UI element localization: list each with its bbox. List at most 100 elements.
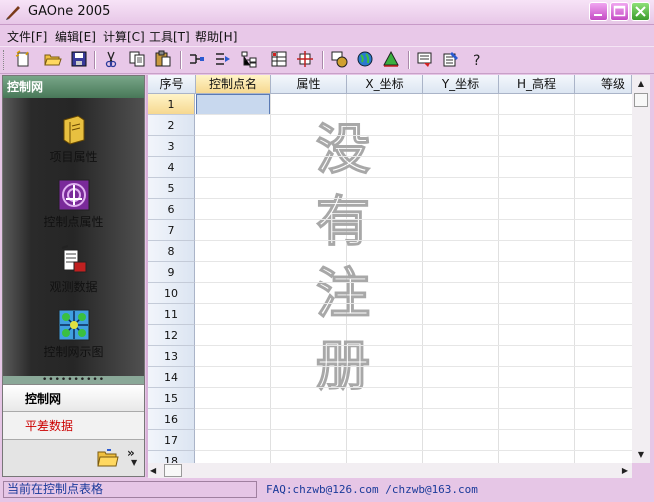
dropdown-arrow-icon[interactable]: ▼	[131, 458, 137, 467]
column-header-grade[interactable]: 等级	[575, 75, 632, 94]
sidebar-item-project-properties[interactable]: 项目属性	[3, 114, 144, 165]
grid-line	[195, 345, 632, 346]
report-icon[interactable]	[416, 50, 434, 68]
column-header-h[interactable]: H_高程	[499, 75, 575, 94]
toolbar: ?	[0, 46, 654, 74]
calc-icon[interactable]	[330, 50, 348, 68]
toolbar-separator	[322, 51, 324, 69]
sidebar-item-network-diagram[interactable]: 控制网示图	[3, 309, 144, 360]
scroll-left-arrow-icon[interactable]: ◀	[150, 463, 156, 478]
row-number[interactable]: 1	[148, 94, 195, 115]
toolbar-separator	[408, 51, 410, 69]
sidebar-splitter[interactable]: ••••••••••	[3, 376, 144, 385]
toolbar-separator	[94, 51, 96, 69]
grid-line	[195, 324, 632, 325]
selected-cell[interactable]	[196, 94, 270, 115]
row-number[interactable]: 8	[148, 241, 195, 262]
sidebar-item-observation-data[interactable]: 观测数据	[3, 244, 144, 295]
close-icon	[635, 6, 646, 17]
row-number[interactable]: 17	[148, 430, 195, 451]
grid-line	[195, 135, 632, 136]
folder-icon[interactable]	[97, 448, 119, 468]
delete-row-icon[interactable]	[214, 50, 232, 68]
network-diagram-icon	[58, 309, 89, 341]
grid-line	[195, 429, 632, 430]
row-number[interactable]: 6	[148, 199, 195, 220]
globe-icon[interactable]	[356, 50, 374, 68]
toolbar-separator	[180, 51, 182, 69]
minimize-icon	[594, 14, 602, 16]
row-number[interactable]: 15	[148, 388, 195, 409]
save-disk-icon[interactable]	[70, 50, 88, 68]
sidebar-item-label: 控制点属性	[43, 215, 104, 229]
row-number[interactable]: 10	[148, 283, 195, 304]
move-icon[interactable]	[296, 50, 314, 68]
scroll-right-arrow-icon[interactable]: ▶	[622, 463, 628, 478]
settings-icon[interactable]	[442, 50, 460, 68]
open-folder-icon[interactable]	[44, 50, 62, 68]
control-point-grid: 序号 控制点名 属性 X_坐标 Y_坐标 H_高程 等级 没 有 注 册 123…	[148, 75, 632, 463]
triangle-icon[interactable]	[382, 50, 400, 68]
row-number[interactable]: 16	[148, 409, 195, 430]
help-icon[interactable]: ?	[468, 50, 486, 68]
column-header-point-name[interactable]: 控制点名	[196, 75, 271, 94]
row-number[interactable]: 12	[148, 325, 195, 346]
cut-scissors-icon[interactable]	[102, 50, 120, 68]
tree-icon[interactable]	[240, 50, 258, 68]
scroll-down-arrow-icon[interactable]: ▼	[632, 446, 650, 463]
status-bar: 当前在控制点表格 FAQ:chzwb@126.com /chzwb@163.co…	[0, 480, 654, 502]
column-header-index[interactable]: 序号	[148, 75, 196, 94]
menu-edit[interactable]: 编辑[E]	[55, 28, 96, 45]
table-icon[interactable]	[270, 50, 288, 68]
observation-data-icon	[61, 245, 86, 273]
minimize-button[interactable]	[589, 2, 608, 21]
row-number[interactable]: 11	[148, 304, 195, 325]
toolbar-grip[interactable]	[3, 50, 7, 70]
copy-icon[interactable]	[128, 50, 146, 68]
row-number[interactable]: 18	[148, 451, 195, 463]
status-current-location: 当前在控制点表格	[3, 481, 257, 498]
row-number[interactable]: 2	[148, 115, 195, 136]
grid-line	[195, 387, 632, 388]
scroll-thumb[interactable]	[164, 464, 182, 477]
row-number[interactable]: 13	[148, 346, 195, 367]
menu-tools[interactable]: 工具[T]	[149, 28, 190, 45]
menu-help[interactable]: 帮助[H]	[195, 28, 237, 45]
grid-line	[195, 219, 632, 220]
grid-line	[195, 303, 632, 304]
maximize-button[interactable]	[610, 2, 629, 21]
row-number[interactable]: 14	[148, 367, 195, 388]
grid-line	[195, 114, 632, 115]
row-number[interactable]: 9	[148, 262, 195, 283]
grid-line	[195, 450, 632, 451]
scroll-thumb[interactable]	[634, 93, 648, 107]
horizontal-scrollbar[interactable]: ◀ ▶	[148, 463, 632, 478]
new-icon[interactable]	[14, 50, 32, 68]
row-number[interactable]: 3	[148, 136, 195, 157]
grid-line	[195, 177, 632, 178]
grid-line	[195, 156, 632, 157]
insert-row-icon[interactable]	[188, 50, 206, 68]
project-properties-icon	[63, 115, 84, 145]
row-number[interactable]: 5	[148, 178, 195, 199]
sidebar-tab-adjustment-data[interactable]: 平差数据	[3, 412, 144, 440]
sidebar-item-control-point[interactable]: 控制点属性	[3, 179, 144, 230]
sidebar: 控制网 项目属性 控制点属性 观测数据 控制网示图 •••••••••• 控制网…	[2, 75, 145, 477]
column-header-y[interactable]: Y_坐标	[423, 75, 499, 94]
grid-line	[195, 282, 632, 283]
column-header-x[interactable]: X_坐标	[347, 75, 423, 94]
maximize-icon	[613, 5, 626, 17]
column-header-attribute[interactable]: 属性	[271, 75, 347, 94]
sidebar-tab-network[interactable]: 控制网	[3, 384, 144, 412]
row-number[interactable]: 7	[148, 220, 195, 241]
menu-bar: 文件[F] 编辑[E] 计算[C] 工具[T] 帮助[H]	[0, 25, 654, 45]
row-number[interactable]: 4	[148, 157, 195, 178]
grid-line	[195, 261, 632, 262]
close-button[interactable]	[631, 2, 650, 21]
menu-compute[interactable]: 计算[C]	[103, 28, 145, 45]
scroll-up-arrow-icon[interactable]: ▲	[632, 75, 650, 92]
sidebar-item-label: 观测数据	[49, 280, 98, 294]
vertical-scrollbar[interactable]: ▲ ▼	[632, 75, 650, 463]
menu-file[interactable]: 文件[F]	[7, 28, 47, 45]
paste-icon[interactable]	[154, 50, 172, 68]
